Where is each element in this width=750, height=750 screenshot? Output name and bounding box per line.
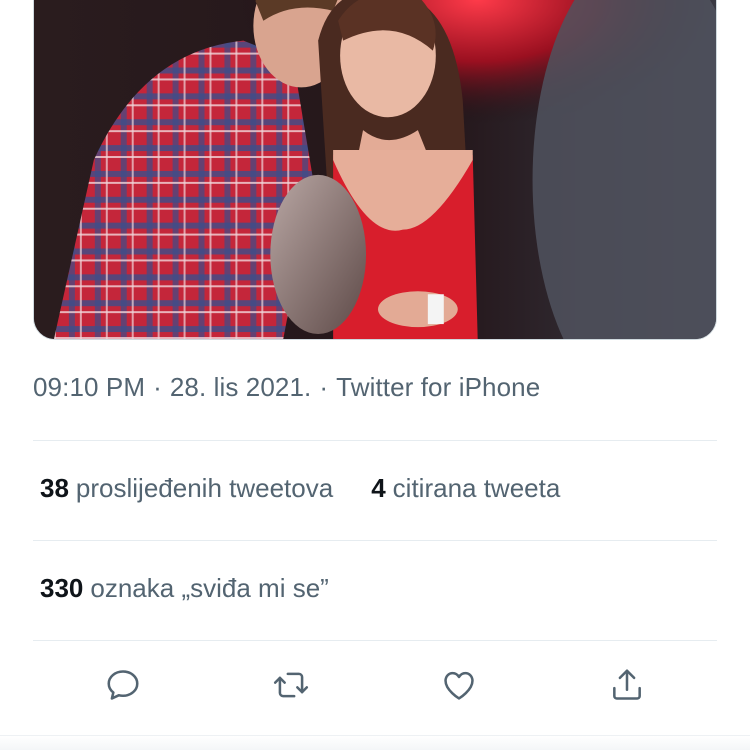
meta-separator: ·: [153, 372, 162, 402]
share-button[interactable]: [605, 663, 649, 707]
tweet-photo[interactable]: [33, 0, 717, 340]
divider: [33, 640, 717, 641]
reply-icon: [107, 670, 139, 700]
tweet-date[interactable]: 28. lis 2021.: [170, 372, 312, 402]
divider: [33, 540, 717, 541]
tweet-source[interactable]: Twitter for iPhone: [336, 372, 540, 402]
share-icon: [613, 669, 641, 700]
like-button[interactable]: [437, 663, 481, 707]
likes-count: 330: [40, 573, 84, 603]
retweets-count: 38: [40, 473, 69, 503]
photo-image: [34, 0, 716, 339]
meta-separator: ·: [319, 372, 329, 402]
retweet-button[interactable]: [269, 663, 313, 707]
tweet-time[interactable]: 09:10 PM: [33, 372, 145, 402]
tweet-action-bar: [0, 655, 750, 715]
engagement-stats-row: 38 proslijeđenih tweetova 4 citirana tweeta: [40, 473, 560, 504]
heart-icon: [444, 671, 474, 700]
likes-label: oznaka „sviđa mi se”: [90, 573, 329, 603]
retweet-icon: [273, 672, 309, 698]
tweet-meta: 09:10 PM · 28. lis 2021. · Twitter for iPhon…: [33, 372, 540, 403]
reply-button[interactable]: [101, 663, 145, 707]
divider: [33, 440, 717, 441]
tweet-detail-view: 09:10 PM · 28. lis 2021. · Twitter for iPhon…: [0, 0, 750, 750]
likes-stat[interactable]: 330 oznaka „sviđa mi se”: [40, 573, 329, 604]
quotes-label: citirana tweeta: [392, 473, 561, 503]
bottom-bar-edge: [0, 735, 750, 750]
quotes-stat[interactable]: 4 citirana tweeta: [371, 473, 560, 504]
retweets-label: proslijeđenih tweetova: [75, 473, 334, 503]
quotes-count: 4: [371, 473, 386, 503]
retweets-stat[interactable]: 38 proslijeđenih tweetova: [40, 473, 333, 504]
likes-stats-row: 330 oznaka „sviđa mi se”: [40, 573, 329, 604]
